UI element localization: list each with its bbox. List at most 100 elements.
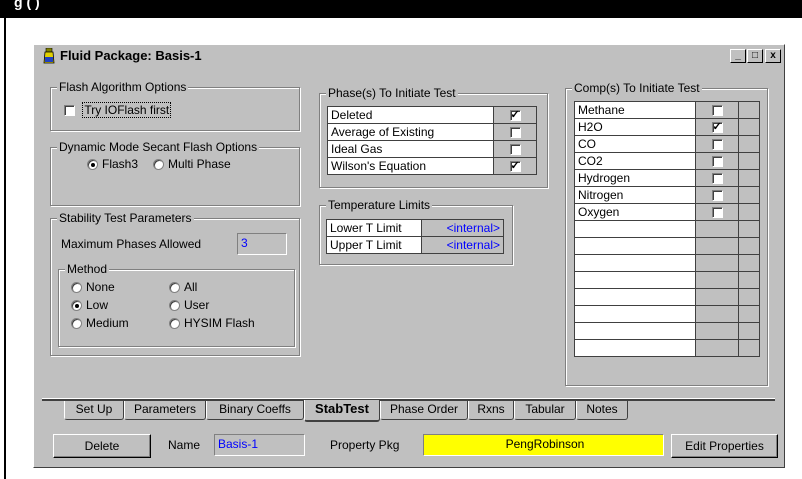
method-none-label: None (86, 280, 115, 294)
method-medium-radio[interactable] (71, 318, 82, 330)
max-phases-label: Maximum Phases Allowed (61, 237, 202, 251)
tab-set-up[interactable]: Set Up (64, 401, 124, 420)
temperature-label: Upper T Limit (326, 236, 422, 254)
tab-stabtest[interactable]: StabTest (304, 400, 380, 422)
comp-checkbox[interactable] (711, 207, 723, 219)
phase-label: Deleted (327, 106, 494, 124)
comp-label: H2O (574, 118, 696, 136)
title-bar: Fluid Package: Basis-1 _ □ x (36, 47, 782, 65)
try-ioflash-checkbox[interactable] (64, 105, 75, 117)
phase-checkbox[interactable] (509, 159, 521, 173)
comp-row: CO2 (574, 152, 760, 170)
phase-label: Wilson's Equation (327, 157, 494, 175)
phases-legend: Phase(s) To Initiate Test (326, 86, 458, 100)
fluid-package-icon (43, 48, 55, 64)
comp-checkbox[interactable] (711, 139, 723, 151)
comp-empty-row (574, 271, 760, 289)
comp-empty-cell (574, 220, 696, 238)
flash3-radio[interactable] (87, 159, 98, 171)
phases-table: Deleted Average of Existing Ideal Gas Wi… (327, 106, 537, 175)
max-phases-input[interactable]: 3 (237, 233, 287, 255)
name-input[interactable]: Basis-1 (214, 434, 305, 456)
lower-t-limit-value[interactable]: <internal> (421, 219, 504, 237)
flash3-option[interactable]: Flash3 (87, 157, 138, 171)
method-user-label: User (184, 298, 210, 312)
comp-row: CO (574, 135, 760, 153)
phase-checkbox[interactable] (509, 127, 521, 139)
comp-empty-cell (738, 254, 760, 272)
temperature-row: Upper T Limit <internal> (326, 236, 504, 254)
phase-label: Average of Existing (327, 123, 494, 141)
comp-empty-cell (574, 305, 696, 323)
comp-empty-cell (695, 339, 739, 357)
upper-t-limit-value[interactable]: <internal> (421, 236, 504, 254)
comp-checkbox[interactable] (711, 156, 723, 168)
temperature-legend: Temperature Limits (326, 198, 433, 212)
comp-row: H2O (574, 118, 760, 136)
property-pkg-label: Property Pkg (330, 438, 400, 452)
try-ioflash-option[interactable]: Try IOFlash first (64, 102, 172, 118)
method-all-label: All (184, 280, 198, 294)
comp-checkbox[interactable] (711, 173, 723, 185)
method-group: Method None All Low User Medium HYSIM Fl… (58, 262, 295, 347)
try-ioflash-label: Try IOFlash first (82, 102, 172, 118)
phase-checkbox[interactable] (509, 108, 521, 122)
phase-row: Average of Existing (327, 123, 537, 141)
comp-row: Nitrogen (574, 186, 760, 204)
method-hysim-option[interactable]: HYSIM Flash (169, 316, 255, 330)
comp-checkbox[interactable] (711, 190, 723, 202)
multiphase-option[interactable]: Multi Phase (153, 157, 231, 171)
method-medium-option[interactable]: Medium (71, 316, 129, 330)
dynamic-mode-legend: Dynamic Mode Secant Flash Options (57, 140, 260, 154)
phases-group: Phase(s) To Initiate Test Deleted Averag… (319, 86, 548, 188)
close-button[interactable]: x (765, 49, 781, 63)
comp-empty-row (574, 288, 760, 306)
comp-empty-cell (695, 220, 739, 238)
method-user-radio[interactable] (169, 300, 180, 312)
comp-empty-cell (738, 271, 760, 289)
comp-label: CO (574, 135, 696, 153)
method-low-radio[interactable] (71, 300, 82, 312)
property-pkg-field[interactable]: PengRobinson (423, 434, 664, 456)
multiphase-label: Multi Phase (168, 157, 231, 171)
multiphase-radio[interactable] (153, 159, 164, 171)
comp-checkbox[interactable] (711, 105, 723, 117)
tab-rxns[interactable]: Rxns (468, 401, 514, 420)
phase-row: Wilson's Equation (327, 157, 537, 175)
tab-strip-highlight (42, 398, 775, 399)
method-none-radio[interactable] (71, 282, 82, 294)
comp-checkbox[interactable] (711, 120, 723, 134)
tab-phase-order[interactable]: Phase Order (380, 401, 468, 420)
comp-empty-cell (738, 305, 760, 323)
comp-empty-cell (574, 322, 696, 340)
comp-empty-row (574, 254, 760, 272)
comp-empty-cell (695, 288, 739, 306)
minimize-button[interactable]: _ (730, 49, 746, 63)
comp-empty-cell (695, 237, 739, 255)
tab-notes[interactable]: Notes (576, 401, 628, 420)
tab-binary-coeffs[interactable]: Binary Coeffs (206, 401, 304, 420)
method-low-option[interactable]: Low (71, 298, 108, 312)
delete-button[interactable]: Delete (53, 434, 151, 458)
tab-parameters[interactable]: Parameters (124, 401, 206, 420)
method-hysim-radio[interactable] (169, 318, 180, 330)
comp-label: Methane (574, 101, 696, 119)
temperature-row: Lower T Limit <internal> (326, 219, 504, 237)
maximize-button[interactable]: □ (747, 49, 763, 63)
comp-row: Oxygen (574, 203, 760, 221)
method-legend: Method (65, 262, 110, 276)
comp-label: Oxygen (574, 203, 696, 221)
tab-tabular[interactable]: Tabular (514, 401, 576, 420)
window-title: Fluid Package: Basis-1 (60, 48, 202, 63)
phase-checkbox[interactable] (509, 144, 521, 156)
name-label: Name (168, 438, 201, 452)
edit-properties-button[interactable]: Edit Properties (671, 434, 778, 458)
method-user-option[interactable]: User (169, 298, 209, 312)
temperature-label: Lower T Limit (326, 219, 422, 237)
method-all-option[interactable]: All (169, 280, 197, 294)
comp-empty-row (574, 322, 760, 340)
method-all-radio[interactable] (169, 282, 180, 294)
comp-empty-row (574, 339, 760, 357)
phase-row: Deleted (327, 106, 537, 124)
method-none-option[interactable]: None (71, 280, 115, 294)
